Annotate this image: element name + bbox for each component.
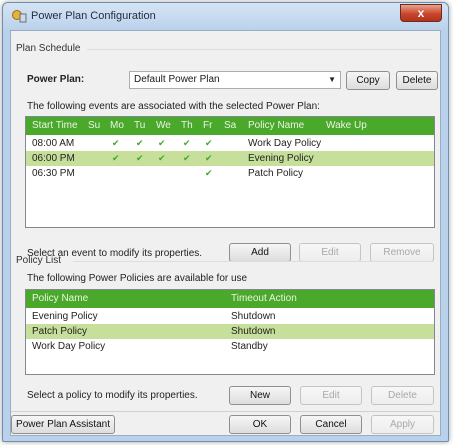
check-icon-th: ✔ [183, 153, 191, 163]
power-plan-assistant-button-label: Power Plan Assistant [16, 419, 110, 430]
check-icon-fr: ✔ [205, 153, 213, 163]
new-policy-button-label: New [249, 390, 270, 401]
policy-caption: The following Power Policies are availab… [27, 273, 248, 284]
column-we[interactable]: We [156, 117, 171, 135]
policy-list-divider [73, 261, 432, 262]
event-row[interactable]: 06:00 PM ✔ ✔ ✔ ✔ ✔ Evening Policy [26, 151, 434, 166]
copy-button[interactable]: Copy [346, 71, 390, 90]
power-plan-select-value: Default Power Plan [134, 74, 220, 85]
title-bar[interactable]: Power Plan Configuration x [3, 3, 448, 29]
check-icon-we: ✔ [158, 138, 166, 148]
column-su[interactable]: Su [88, 117, 100, 135]
remove-event-button[interactable]: Remove [370, 243, 434, 262]
events-list[interactable]: Start Time Su Mo Tu We Th Fr Sa Policy N… [25, 116, 435, 228]
plan-schedule-group-label: Plan Schedule [16, 43, 81, 54]
check-icon-tu: ✔ [136, 153, 144, 163]
policy-row[interactable]: Patch Policy Shutdown [26, 324, 434, 339]
add-event-button-label: Add [251, 247, 269, 258]
power-plan-window: Power Plan Configuration x Plan Schedule… [2, 2, 449, 442]
power-plan-app-icon [12, 10, 27, 23]
event-policy-name: Patch Policy [248, 168, 304, 179]
check-icon-mo: ✔ [112, 138, 120, 148]
check-icon-we: ✔ [158, 153, 166, 163]
policy-timeout-action: Shutdown [231, 326, 276, 337]
edit-policy-button-label: Edit [322, 390, 340, 401]
edit-event-button[interactable]: Edit [299, 243, 361, 262]
cancel-button-label: Cancel [315, 419, 347, 430]
close-icon: x [417, 6, 425, 20]
check-icon-fr: ✔ [205, 168, 213, 178]
apply-button[interactable]: Apply [371, 415, 434, 434]
policy-list[interactable]: Policy Name Timeout Action Evening Polic… [25, 289, 435, 375]
check-icon-fr: ✔ [205, 138, 213, 148]
delete-policy-button-label: Delete [388, 390, 417, 401]
event-row[interactable]: 08:00 AM ✔ ✔ ✔ ✔ ✔ Work Day Policy [26, 136, 434, 151]
column-policy-name[interactable]: Policy Name [248, 117, 304, 135]
event-policy-name: Work Day Policy [248, 138, 322, 149]
policy-name: Patch Policy [32, 326, 88, 337]
column-th[interactable]: Th [181, 117, 193, 135]
policy-timeout-action: Standby [231, 341, 268, 352]
event-start-time: 06:30 PM [32, 168, 75, 179]
power-plan-assistant-button[interactable]: Power Plan Assistant [11, 415, 115, 434]
event-row[interactable]: 06:30 PM ✔ Patch Policy [26, 166, 434, 181]
event-start-time: 08:00 AM [32, 138, 75, 149]
close-button[interactable]: x [400, 4, 442, 22]
remove-event-button-label: Remove [383, 247, 421, 258]
policy-name: Work Day Policy [32, 341, 106, 352]
delete-plan-button[interactable]: Delete [396, 71, 438, 90]
policy-select-caption: Select a policy to modify its properties… [27, 390, 198, 401]
events-caption: The following events are associated with… [27, 101, 320, 112]
event-start-time: 06:00 PM [32, 153, 75, 164]
policy-list-header: Policy Name Timeout Action [26, 290, 434, 308]
policy-name: Evening Policy [32, 311, 98, 322]
policy-row[interactable]: Work Day Policy Standby [26, 339, 434, 354]
delete-plan-button-label: Delete [402, 75, 432, 86]
column-mo[interactable]: Mo [110, 117, 124, 135]
column-tu[interactable]: Tu [134, 117, 145, 135]
column-wake-up[interactable]: Wake Up [326, 117, 367, 135]
cancel-button[interactable]: Cancel [300, 415, 362, 434]
window-title: Power Plan Configuration [31, 10, 156, 22]
check-icon-mo: ✔ [112, 153, 120, 163]
policy-list-group-label: Policy List [16, 255, 62, 266]
column-policy-name[interactable]: Policy Name [32, 290, 88, 308]
edit-policy-button[interactable]: Edit [300, 386, 362, 405]
column-timeout-action[interactable]: Timeout Action [231, 290, 297, 308]
dropdown-arrow-icon: ▼ [328, 75, 336, 84]
delete-policy-button[interactable]: Delete [371, 386, 434, 405]
new-policy-button[interactable]: New [229, 386, 291, 405]
power-plan-select[interactable]: Default Power Plan ▼ [129, 71, 341, 89]
policy-timeout-action: Shutdown [231, 311, 276, 322]
check-icon-th: ✔ [183, 138, 191, 148]
column-fr[interactable]: Fr [203, 117, 212, 135]
edit-event-button-label: Edit [321, 247, 339, 258]
policy-row[interactable]: Evening Policy Shutdown [26, 309, 434, 324]
events-list-header: Start Time Su Mo Tu We Th Fr Sa Policy N… [26, 117, 434, 135]
ok-button[interactable]: OK [229, 415, 291, 434]
column-start-time[interactable]: Start Time [32, 117, 78, 135]
check-icon-tu: ✔ [136, 138, 144, 148]
event-policy-name: Evening Policy [248, 153, 314, 164]
power-plan-label: Power Plan: [27, 74, 85, 85]
add-event-button[interactable]: Add [229, 243, 291, 262]
ok-button-label: OK [252, 419, 268, 430]
dialog-client-area: Plan Schedule Power Plan: Default Power … [10, 30, 441, 436]
apply-button-label: Apply [389, 419, 415, 430]
footer-separator [11, 411, 440, 412]
plan-schedule-divider [87, 49, 432, 50]
column-sa[interactable]: Sa [224, 117, 236, 135]
copy-button-label: Copy [356, 75, 380, 86]
